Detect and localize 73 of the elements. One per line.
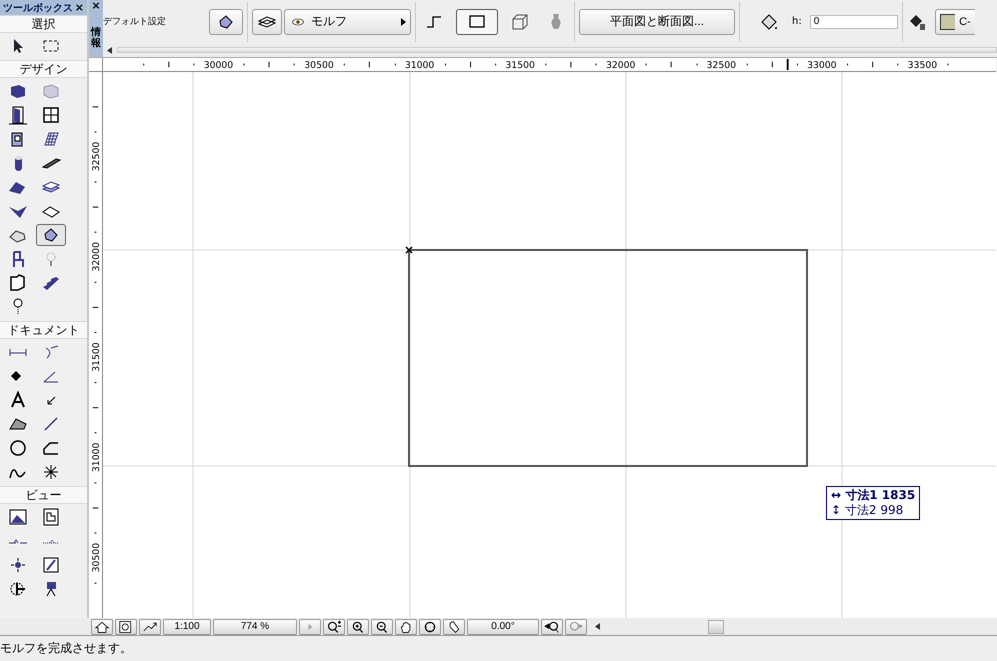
door-icon: [8, 105, 28, 125]
scroll-left-icon[interactable]: [595, 623, 601, 630]
ruler-label: 31500: [505, 60, 535, 72]
zoom-back-icon: [544, 620, 560, 634]
circle-icon: [8, 438, 28, 458]
ruler-label: 30500: [91, 542, 102, 572]
scrollbar-thumb[interactable]: [708, 620, 724, 634]
geometry-method-button[interactable]: [456, 8, 498, 34]
toolbox-section-header[interactable]: ビュー: [0, 486, 87, 504]
ruler-label: 32000: [91, 242, 102, 272]
height-field[interactable]: 0: [810, 14, 898, 28]
dimension-readout: ↔ 寸法1 1835: [831, 488, 916, 503]
zoom-fit-icon: [326, 620, 342, 634]
ruler-label: 31000: [91, 442, 102, 472]
layer-dropdown[interactable]: モルフ: [284, 8, 411, 34]
scroll-left-icon[interactable]: [107, 46, 113, 54]
caret-icon: [401, 18, 406, 26]
fit-window-icon: [422, 620, 438, 634]
zoom-out-icon: [374, 620, 390, 634]
camera-target-icon: [8, 555, 28, 575]
label-icon: [46, 396, 56, 404]
ruler-label: 31000: [404, 60, 434, 72]
height-label: h:: [792, 16, 802, 27]
start-point-icon: [405, 246, 413, 254]
zoom-page-button[interactable]: [115, 618, 137, 634]
dimension-icon: [9, 348, 27, 356]
detail-icon: [41, 555, 61, 575]
cursor-marker: [786, 58, 789, 70]
zoom-in-icon: [350, 620, 366, 634]
ruler-label: 32500: [706, 60, 736, 72]
zoom-page-icon: [118, 620, 134, 634]
info-box-label: 情報: [91, 27, 101, 49]
angle-field[interactable]: 0.00°: [467, 618, 539, 634]
tool-settings-button[interactable]: [209, 8, 243, 34]
zoom-fit-button[interactable]: [323, 618, 345, 634]
zoom-forward-icon: [568, 620, 584, 634]
fit-window-button[interactable]: [419, 618, 441, 634]
status-message: モルフを完成させます。: [0, 636, 997, 661]
toolbox-section-header[interactable]: ドキュメント: [0, 321, 87, 339]
close-button[interactable]: ×: [91, 0, 101, 11]
home-icon: [94, 620, 110, 634]
ruler-label: 33500: [908, 60, 938, 72]
home-button[interactable]: [91, 618, 113, 634]
ruler-label: 33000: [807, 60, 837, 72]
hotspot-icon: [41, 462, 61, 482]
dimension-readout: ↕ 寸法2 998: [831, 503, 904, 518]
ruler-label: 30500: [304, 60, 334, 72]
layer-button[interactable]: [252, 8, 282, 34]
swap-view-icon: [142, 620, 158, 634]
toolbox-section-header[interactable]: デザイン: [0, 60, 87, 78]
ruler-label: 32000: [606, 60, 636, 72]
toolbox-section-header[interactable]: 選択: [0, 15, 87, 33]
window-icon: [41, 105, 61, 125]
zoom-in-button[interactable]: [347, 618, 369, 634]
swap-view-button[interactable]: [139, 618, 161, 634]
zoom-back-button[interactable]: [541, 618, 563, 634]
ruler-label: 30000: [204, 60, 234, 72]
default-settings-label: デフォルト設定: [103, 16, 167, 28]
toolbox-title: ツールボックス: [3, 2, 73, 14]
ruler-label: 31500: [91, 342, 102, 372]
scale-field[interactable]: 1:100: [163, 618, 211, 634]
zoom-field[interactable]: 774 %: [213, 618, 297, 634]
text-icon: [8, 390, 28, 410]
ruler-label: 32500: [91, 142, 102, 172]
box-icon: [510, 12, 530, 32]
close-button[interactable]: ×: [74, 2, 84, 13]
tool-button[interactable]: [36, 224, 66, 246]
picture-icon: [8, 507, 28, 527]
zoom-out-button[interactable]: [371, 618, 393, 634]
surface-swatch-icon: [940, 14, 956, 30]
surface-button[interactable]: C-: [934, 8, 975, 34]
plan-and-section-button[interactable]: 平面図と断面図...: [579, 8, 735, 34]
drawing-icon: [41, 507, 61, 527]
